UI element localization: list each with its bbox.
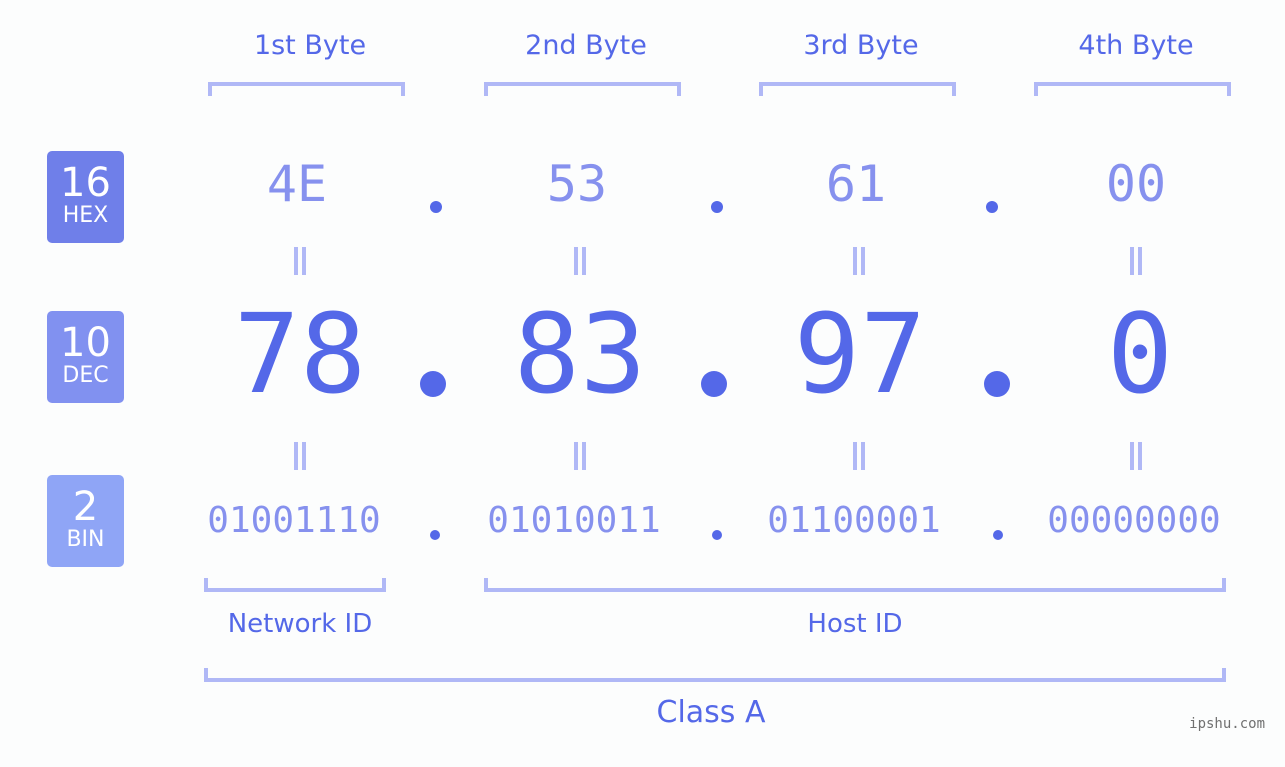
bin-value-2: 01010011 bbox=[487, 500, 661, 541]
equals-icon bbox=[853, 442, 865, 470]
dec-separator-dot bbox=[420, 371, 446, 397]
dec-value-3: 97 bbox=[793, 290, 927, 418]
hex-separator-dot bbox=[430, 201, 442, 213]
host-id-label: Host ID bbox=[807, 609, 903, 639]
bin-badge-label: BIN bbox=[66, 527, 105, 552]
hex-badge-base: 16 bbox=[60, 160, 111, 206]
dec-badge: 10 DEC bbox=[47, 311, 124, 403]
hex-value-3: 61 bbox=[825, 155, 887, 213]
bin-separator-dot bbox=[430, 530, 440, 540]
equals-icon bbox=[574, 247, 586, 275]
dec-separator-dot bbox=[701, 371, 727, 397]
dec-value-1: 78 bbox=[233, 290, 367, 418]
equals-icon bbox=[1130, 247, 1142, 275]
byte-label-3: 3rd Byte bbox=[803, 30, 919, 61]
bin-badge: 2 BIN bbox=[47, 475, 124, 567]
equals-icon bbox=[1130, 442, 1142, 470]
network-id-label: Network ID bbox=[227, 609, 373, 639]
hex-badge-label: HEX bbox=[62, 203, 109, 228]
class-bracket bbox=[204, 668, 1226, 682]
equals-icon bbox=[294, 247, 306, 275]
bin-badge-base: 2 bbox=[72, 484, 99, 530]
dec-separator-dot bbox=[984, 371, 1010, 397]
bin-separator-dot bbox=[712, 530, 722, 540]
byte-label-4: 4th Byte bbox=[1078, 30, 1194, 61]
hex-value-2: 53 bbox=[546, 155, 608, 213]
equals-icon bbox=[574, 442, 586, 470]
byte-bracket-4 bbox=[1034, 82, 1231, 96]
watermark: ipshu.com bbox=[1189, 716, 1265, 732]
bin-separator-dot bbox=[993, 530, 1003, 540]
hex-badge: 16 HEX bbox=[47, 151, 124, 243]
bin-value-4: 00000000 bbox=[1047, 500, 1221, 541]
equals-icon bbox=[853, 247, 865, 275]
hex-separator-dot bbox=[711, 201, 723, 213]
hex-separator-dot bbox=[986, 201, 998, 213]
dec-value-4: 0 bbox=[1106, 290, 1174, 418]
bin-value-1: 01001110 bbox=[207, 500, 381, 541]
host-id-bracket bbox=[484, 578, 1226, 592]
bin-value-3: 01100001 bbox=[767, 500, 941, 541]
dec-badge-label: DEC bbox=[62, 363, 109, 388]
dec-value-2: 83 bbox=[513, 290, 647, 418]
class-label: Class A bbox=[656, 695, 766, 730]
hex-value-1: 4E bbox=[266, 155, 328, 213]
equals-icon bbox=[294, 442, 306, 470]
byte-bracket-1 bbox=[208, 82, 405, 96]
hex-value-4: 00 bbox=[1105, 155, 1167, 213]
byte-bracket-2 bbox=[484, 82, 681, 96]
network-id-bracket bbox=[204, 578, 386, 592]
byte-label-1: 1st Byte bbox=[253, 30, 367, 61]
byte-bracket-3 bbox=[759, 82, 956, 96]
dec-badge-base: 10 bbox=[60, 320, 111, 366]
byte-label-2: 2nd Byte bbox=[525, 30, 647, 61]
